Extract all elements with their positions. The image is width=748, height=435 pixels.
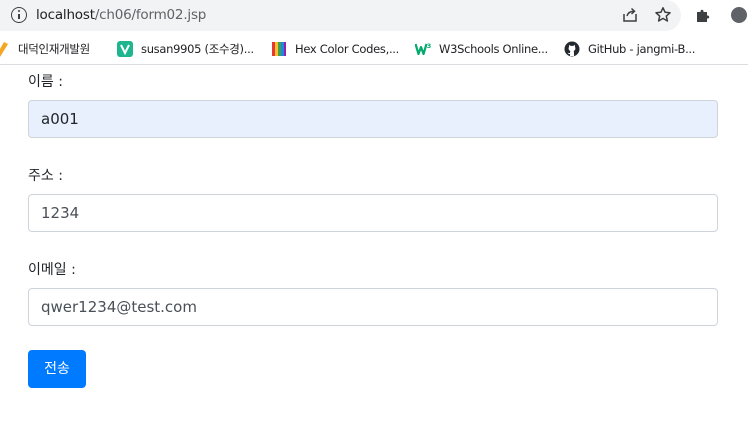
url-path: /ch06/form02.jsp: [94, 7, 207, 23]
address-input[interactable]: 1234: [28, 194, 718, 232]
browser-toolbar: localhost/ch06/form02.jsp: [0, 0, 748, 34]
address-bar[interactable]: localhost/ch06/form02.jsp: [0, 0, 681, 31]
url-text[interactable]: localhost/ch06/form02.jsp: [36, 7, 206, 23]
svg-text:3: 3: [427, 42, 431, 50]
bookmark-daedeok[interactable]: 대덕인재개발원: [0, 40, 90, 58]
name-input[interactable]: a001: [28, 100, 718, 138]
star-icon[interactable]: [654, 6, 672, 24]
info-icon[interactable]: [11, 7, 27, 23]
v-favicon-icon: [117, 41, 133, 57]
bookmark-github[interactable]: GitHub - jangmi-B...: [564, 40, 695, 58]
bookmark-label: W3Schools Online...: [439, 42, 548, 56]
bookmark-susan9905[interactable]: susan9905 (조수경)...: [117, 40, 254, 58]
name-label: 이름 :: [28, 74, 63, 90]
bookmark-label: susan9905 (조수경)...: [141, 42, 254, 56]
bookmark-label: GitHub - jangmi-B...: [588, 42, 696, 56]
share-icon[interactable]: [621, 6, 639, 24]
email-label: 이메일 :: [28, 262, 76, 278]
profile-icon[interactable]: [730, 6, 748, 24]
address-label: 주소 :: [28, 168, 63, 184]
bookmark-label: 대덕인재개발원: [18, 42, 90, 56]
submit-button[interactable]: 전송: [28, 350, 86, 388]
url-host: localhost: [36, 7, 95, 23]
bookmark-w3schools[interactable]: 3 W3Schools Online...: [415, 40, 548, 58]
github-favicon-icon: [564, 41, 580, 57]
extensions-puzzle-icon[interactable]: [694, 6, 712, 24]
w3schools-favicon-icon: 3: [415, 42, 431, 56]
bookmark-hex-color-codes[interactable]: Hex Color Codes,...: [271, 40, 399, 58]
bookmark-label: Hex Color Codes,...: [295, 42, 400, 56]
color-bars-favicon-icon: [272, 42, 286, 56]
bookmarks-bar: 대덕인재개발원 susan9905 (조수경)... Hex Color Cod…: [0, 34, 748, 65]
dd-favicon-icon: [0, 42, 8, 57]
email-input[interactable]: qwer1234@test.com: [28, 288, 718, 326]
